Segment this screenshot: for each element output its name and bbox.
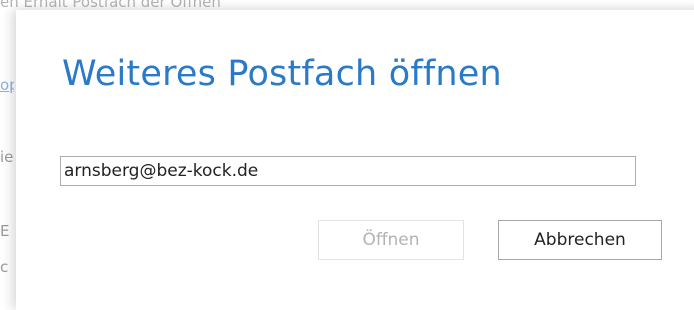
background-text-fragment: ie: [0, 148, 14, 166]
dialog-title: Weiteres Postfach öffnen: [62, 54, 502, 94]
cancel-button[interactable]: Abbrechen: [498, 220, 662, 260]
open-mailbox-dialog: Weiteres Postfach öffnen Öffnen Abbreche…: [16, 10, 694, 310]
background-text-fragment: E: [0, 222, 10, 240]
background-text-fragment: c: [0, 258, 9, 276]
mailbox-email-input[interactable]: [60, 156, 636, 186]
background-link-fragment: op: [0, 76, 14, 94]
open-button[interactable]: Öffnen: [318, 220, 464, 260]
